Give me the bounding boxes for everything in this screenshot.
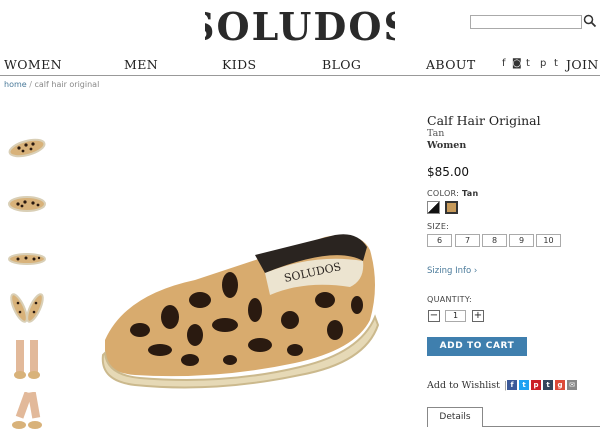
twitter-share-icon[interactable]: t: [519, 380, 529, 390]
thumbnail-6[interactable]: [6, 392, 48, 432]
product-color-name: Tan: [427, 128, 445, 139]
facebook-icon[interactable]: f: [502, 58, 506, 69]
thumbnail-2[interactable]: [6, 183, 48, 223]
thumbnail-3[interactable]: [6, 237, 48, 277]
product-price: $85.00: [427, 165, 469, 179]
breadcrumb-current: calf hair original: [34, 80, 100, 89]
twitter-icon[interactable]: t: [526, 58, 530, 69]
pinterest-icon[interactable]: p: [540, 58, 546, 69]
nav-item-kids[interactable]: KIDS: [222, 57, 256, 72]
color-swatch-black-white[interactable]: [427, 201, 440, 214]
breadcrumb: home / calf hair original: [4, 80, 99, 89]
thumbnail-4[interactable]: [6, 288, 48, 328]
size-option-9[interactable]: 9: [509, 234, 534, 247]
color-label-text: COLOR:: [427, 189, 460, 198]
wishlist-row: Add to Wishlist |: [427, 380, 507, 391]
product-title: Calf Hair Original: [427, 113, 541, 128]
size-option-7[interactable]: 7: [455, 234, 480, 247]
header: SOLUDOS: [0, 0, 600, 52]
product-gender: Women: [427, 140, 467, 151]
main-nav: WOMEN MEN KIDS BLOG ABOUT f ◙ t p t JOIN: [0, 56, 600, 76]
logo-text: SOLUDOS: [205, 4, 395, 49]
nav-item-men[interactable]: MEN: [124, 57, 158, 72]
product-main-image: SOLUDOS: [101, 234, 380, 389]
breadcrumb-home[interactable]: home: [4, 80, 27, 89]
soludos-logo[interactable]: SOLUDOS: [205, 2, 395, 50]
googleplus-share-icon[interactable]: g: [555, 380, 565, 390]
thumbnail-1[interactable]: [6, 127, 48, 167]
quantity-label: QUANTITY:: [427, 295, 472, 304]
thumbnail-5[interactable]: [6, 340, 48, 380]
size-option-6[interactable]: 6: [427, 234, 452, 247]
sizing-info-link[interactable]: Sizing Info ›: [427, 266, 477, 276]
tab-details[interactable]: Details: [427, 407, 483, 427]
size-option-10[interactable]: 10: [536, 234, 561, 247]
breadcrumb-separator: /: [29, 80, 32, 89]
tumblr-share-icon[interactable]: t: [543, 380, 553, 390]
facebook-share-icon[interactable]: f: [507, 380, 517, 390]
tab-divider: [483, 426, 600, 427]
color-label: COLOR: Tan: [427, 189, 478, 198]
instagram-icon[interactable]: ◙: [512, 58, 522, 69]
size-option-8[interactable]: 8: [482, 234, 507, 247]
tumblr-icon[interactable]: t: [554, 58, 558, 69]
quantity-increase-button[interactable]: +: [472, 310, 484, 322]
nav-item-women[interactable]: WOMEN: [4, 57, 62, 72]
add-to-wishlist-link[interactable]: Add to Wishlist: [427, 380, 500, 391]
search-input[interactable]: [470, 15, 582, 29]
email-share-icon[interactable]: ✉: [567, 380, 577, 390]
color-selected: Tan: [462, 189, 479, 198]
color-swatch-tan[interactable]: [445, 201, 458, 214]
add-to-cart-button[interactable]: ADD TO CART: [427, 337, 527, 356]
pinterest-share-icon[interactable]: p: [531, 380, 541, 390]
nav-item-about[interactable]: ABOUT: [426, 57, 476, 72]
join-link[interactable]: JOIN: [566, 57, 599, 72]
search-icon[interactable]: [583, 14, 597, 28]
size-label: SIZE:: [427, 222, 450, 231]
quantity-input[interactable]: 1: [445, 310, 466, 322]
quantity-decrease-button[interactable]: −: [428, 310, 440, 322]
nav-item-blog[interactable]: BLOG: [322, 57, 361, 72]
